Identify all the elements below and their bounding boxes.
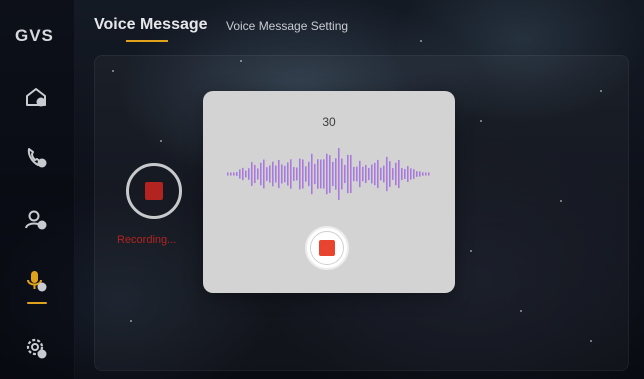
recording-status: Recording... [117,234,177,246]
sidebar: GVS [0,0,75,379]
gvs-logo: GVS [15,26,54,45]
voice-message-icon [27,271,47,292]
stop-square-icon [145,182,163,200]
sidebar-item-settings[interactable] [19,331,53,365]
sidebar-item-phone[interactable] [19,141,53,175]
settings-icon [26,338,47,359]
active-tab-indicator [126,40,168,42]
sidebar-item-home[interactable] [19,80,53,114]
screen: GVS Voice Message Voice Message Setting … [0,0,644,379]
audio-waveform [227,148,430,200]
stop-recording-button[interactable] [305,226,349,270]
phone-icon [27,148,47,168]
sidebar-item-voice-message[interactable] [19,264,53,304]
contacts-icon [25,210,47,230]
home-icon [26,88,46,107]
tab-voice-message-setting[interactable]: Voice Message Setting [226,19,348,33]
stop-icon [319,240,335,256]
record-button[interactable] [126,163,182,219]
sidebar-item-contacts[interactable] [19,203,53,237]
countdown-timer: 30 [322,115,336,129]
recording-dialog: 30 [203,91,455,293]
page-title[interactable]: Voice Message [94,16,208,34]
